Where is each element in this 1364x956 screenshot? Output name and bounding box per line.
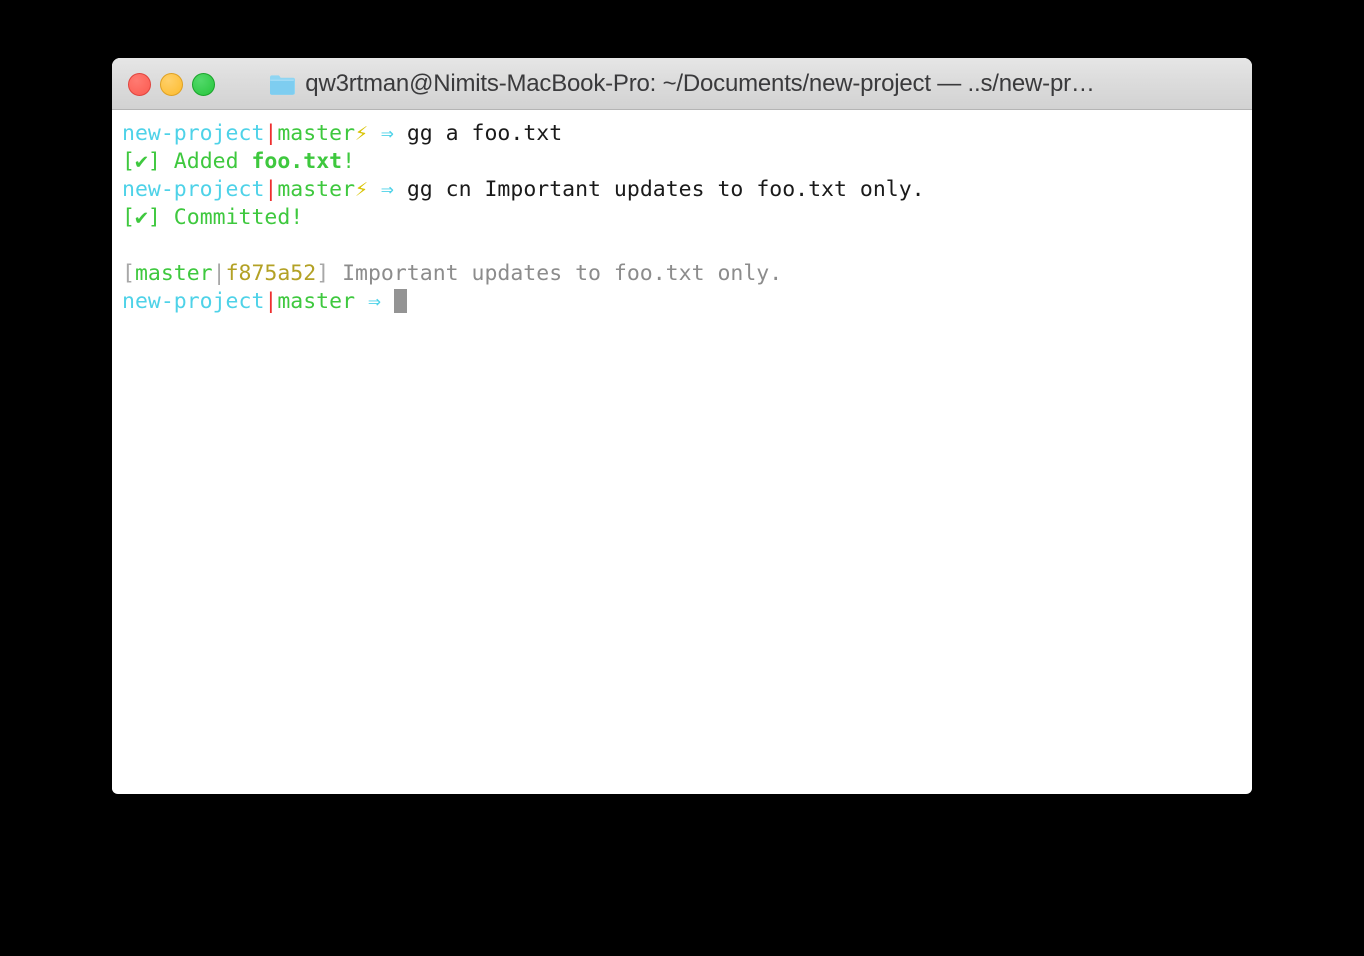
terminal-line: [master|f875a52] Important updates to fo… (112, 260, 1252, 288)
terminal-active-prompt[interactable]: new-project|master ⇒ (112, 288, 1252, 316)
window-title-area: qw3rtman@Nimits-MacBook-Pro: ~/Documents… (112, 58, 1252, 110)
terminal-output-area[interactable]: new-project|master⚡ ⇒ gg a foo.txt [✔] A… (112, 110, 1252, 793)
terminal-line: [✔] Committed! (112, 204, 1252, 232)
terminal-line: [✔] Added foo.txt! (112, 148, 1252, 176)
prompt-separator: | (264, 289, 278, 314)
prompt-dirty-icon: ⚡ (355, 177, 368, 202)
prompt-branch: master (277, 177, 356, 202)
terminal-line: new-project|master⚡ ⇒ gg a foo.txt (112, 120, 1252, 148)
prompt-directory: new-project (122, 121, 265, 146)
status-suffix: ! (342, 149, 356, 174)
commit-bracket-close: ] (316, 261, 330, 286)
terminal-command: gg cn Important updates to foo.txt only. (406, 177, 925, 202)
prompt-separator: | (264, 121, 278, 146)
prompt-branch: master (277, 121, 356, 146)
prompt-arrow-icon: ⇒ (355, 289, 394, 314)
status-bracket-close: ] (147, 205, 161, 230)
prompt-branch: master (277, 289, 356, 314)
commit-hash: f875a52 (225, 261, 317, 286)
commit-separator: | (212, 261, 226, 286)
status-bracket-open: [ (122, 149, 135, 174)
commit-branch: master (134, 261, 213, 286)
terminal-line: new-project|master⚡ ⇒ gg cn Important up… (112, 176, 1252, 204)
commit-message: Important updates to foo.txt only. (329, 261, 783, 286)
prompt-arrow-icon: ⇒ (380, 121, 394, 146)
prompt-separator: | (264, 177, 278, 202)
window-title: qw3rtman@Nimits-MacBook-Pro: ~/Documents… (305, 70, 1095, 97)
terminal-command: gg a foo.txt (406, 121, 563, 146)
check-icon: ✔ (134, 205, 148, 230)
maximize-button[interactable] (192, 72, 215, 96)
desktop-background: qw3rtman@Nimits-MacBook-Pro: ~/Documents… (0, 0, 1364, 956)
status-filename: foo.txt (251, 149, 343, 174)
terminal-window: qw3rtman@Nimits-MacBook-Pro: ~/Documents… (112, 58, 1252, 794)
status-bracket-close: ] (147, 149, 161, 174)
prompt-directory: new-project (122, 289, 265, 314)
prompt-directory: new-project (122, 177, 265, 202)
status-text: Added (160, 149, 252, 174)
commit-bracket-open: [ (122, 261, 135, 286)
folder-icon (270, 74, 296, 95)
minimize-button[interactable] (160, 72, 183, 96)
status-bracket-open: [ (122, 205, 135, 230)
prompt-arrow-icon: ⇒ (380, 177, 394, 202)
close-button[interactable] (128, 72, 151, 96)
terminal-cursor (393, 289, 407, 313)
check-icon: ✔ (134, 149, 148, 174)
window-controls (128, 58, 215, 110)
prompt-dirty-icon: ⚡ (355, 121, 368, 146)
window-titlebar[interactable]: qw3rtman@Nimits-MacBook-Pro: ~/Documents… (112, 58, 1252, 110)
status-text: Committed! (160, 205, 304, 230)
